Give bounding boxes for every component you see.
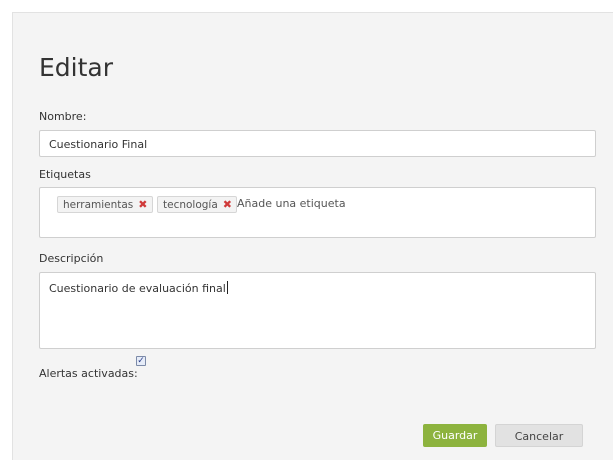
tags-field[interactable]: herramientas ✖ tecnología ✖ Añade una etiq… xyxy=(39,187,596,238)
alerts-checkbox[interactable]: ✓ xyxy=(136,356,146,366)
dialog-title: Editar xyxy=(39,53,114,82)
tag-label: tecnología xyxy=(163,199,218,211)
name-field[interactable]: Cuestionario Final xyxy=(39,130,596,157)
cancel-button[interactable]: Cancelar xyxy=(495,424,583,447)
name-label: Nombre: xyxy=(39,110,87,123)
alerts-label: Alertas activadas: xyxy=(39,367,138,380)
text-caret xyxy=(226,281,228,294)
description-label: Descripción xyxy=(39,252,104,265)
name-field-value: Cuestionario Final xyxy=(49,138,148,151)
edit-dialog: Editar Nombre: Cuestionario Final Etique… xyxy=(12,12,613,460)
tag-chip-tecnologia: tecnología ✖ xyxy=(157,196,238,213)
close-icon[interactable]: ✖ xyxy=(223,198,232,211)
tag-input[interactable]: Añade una etiqueta xyxy=(237,197,346,210)
close-icon[interactable]: ✖ xyxy=(138,198,147,211)
tag-label: herramientas xyxy=(63,199,134,211)
tags-label: Etiquetas xyxy=(39,168,91,181)
save-button[interactable]: Guardar xyxy=(423,424,487,447)
description-text: Cuestionario de evaluación final xyxy=(49,282,226,295)
checkmark-icon: ✓ xyxy=(137,356,145,366)
description-field[interactable]: Cuestionario de evaluación final xyxy=(39,272,596,349)
tag-chip-herramientas: herramientas ✖ xyxy=(57,196,153,213)
description-field-value: Cuestionario de evaluación final xyxy=(49,281,228,295)
